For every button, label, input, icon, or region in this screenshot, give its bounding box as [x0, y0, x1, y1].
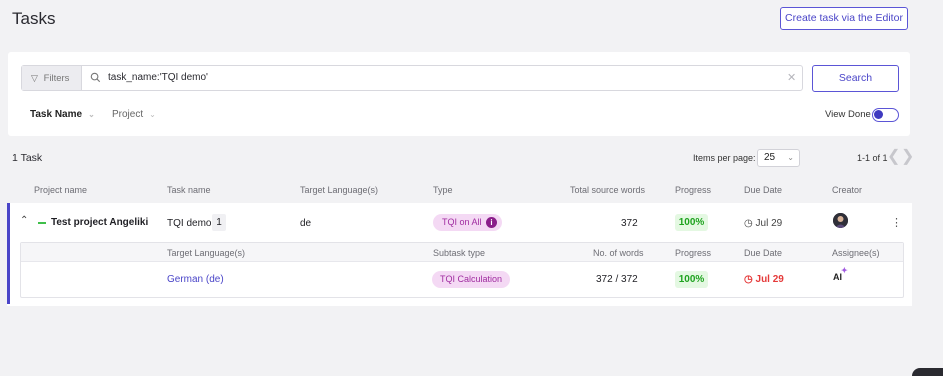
clear-icon[interactable]: ✕	[787, 66, 796, 90]
subtask-count-badge: 1	[212, 214, 226, 231]
chevron-down-icon: ⌄	[149, 110, 156, 119]
toggle-knob	[874, 110, 883, 119]
search-button[interactable]: Search	[812, 65, 899, 92]
subtask-language-link[interactable]: German (de)	[167, 274, 224, 285]
results-count: 1 Task	[12, 152, 43, 164]
assignee-ai-badge[interactable]: AI ✦	[833, 266, 848, 282]
info-icon[interactable]: i	[486, 217, 497, 228]
task-name[interactable]: TQI demo	[167, 218, 211, 229]
subcol-target-language: Target Language(s)	[167, 248, 246, 258]
type-pill: TQI on All i	[433, 214, 502, 231]
page-title: Tasks	[12, 9, 56, 28]
subcol-due-date: Due Date	[744, 248, 783, 258]
filter-panel: ▽ Filters task_name:'TQI demo' ✕ Search …	[8, 52, 910, 136]
sort-project-label: Project	[112, 109, 144, 120]
status-dash-icon	[38, 222, 46, 224]
sort-project[interactable]: Project ⌄	[112, 109, 156, 120]
search-query[interactable]: task_name:'TQI demo'	[108, 66, 208, 90]
col-progress[interactable]: Progress	[675, 185, 711, 195]
next-page-icon[interactable]: ❯	[901, 146, 914, 166]
sort-task-name-label: Task Name	[30, 109, 83, 120]
items-per-page-label: Items per page:	[693, 153, 756, 163]
subcol-subtask-type: Subtask type	[433, 248, 486, 258]
total-words: 372	[621, 218, 638, 229]
sparkle-icon: ✦	[841, 266, 848, 275]
col-total-words[interactable]: Total source words	[570, 185, 645, 195]
col-creator[interactable]: Creator	[832, 185, 862, 195]
search-box[interactable]: ▽ Filters task_name:'TQI demo' ✕	[21, 65, 803, 91]
collapse-chevron-icon[interactable]: ⌃	[20, 215, 28, 226]
items-per-page-value: 25	[764, 152, 776, 163]
row-accent-bar	[7, 203, 10, 304]
subtask-progress-badge: 100%	[675, 271, 708, 288]
col-type[interactable]: Type	[433, 185, 453, 195]
due-date-text: Jul 29	[755, 218, 783, 229]
view-done-toggle[interactable]	[872, 108, 899, 122]
window-corner	[912, 368, 943, 376]
due-date: ◷ Jul 29	[744, 218, 782, 229]
col-due-date[interactable]: Due Date	[744, 185, 782, 195]
avatar-image	[833, 213, 848, 228]
funnel-icon: ▽	[31, 73, 38, 83]
filters-label: Filters	[43, 73, 70, 84]
subcol-progress: Progress	[675, 248, 712, 258]
progress-badge: 100%	[675, 214, 708, 231]
filters-button[interactable]: ▽ Filters	[22, 66, 82, 90]
col-project-name[interactable]: Project name	[34, 185, 87, 195]
subtask-due-date: ◷ Jul 29	[744, 274, 784, 285]
clock-icon: ◷	[744, 274, 753, 285]
page-range: 1-1 of 1	[857, 153, 888, 163]
subcol-assignee: Assignee(s)	[832, 248, 880, 258]
creator-avatar[interactable]	[833, 213, 848, 228]
target-language: de	[300, 218, 312, 229]
sort-task-name[interactable]: Task Name ⌄	[30, 109, 95, 120]
col-target-language[interactable]: Target Language(s)	[300, 185, 378, 195]
col-task-name[interactable]: Task name	[167, 185, 211, 195]
type-label: TQI on All	[442, 217, 482, 227]
subtask-due-date-text: Jul 29	[755, 274, 784, 285]
subtask-words: 372 / 372	[596, 274, 638, 285]
search-icon	[90, 72, 101, 83]
subcol-words: No. of words	[593, 248, 644, 258]
items-per-page-select[interactable]: 25 ⌄	[757, 149, 800, 167]
prev-page-icon[interactable]: ❮	[887, 146, 900, 166]
subtask-type-pill: TQI Calculation	[432, 271, 510, 288]
more-options-icon[interactable]: ⋮	[891, 216, 902, 229]
create-task-editor-button[interactable]: Create task via the Editor	[780, 7, 908, 30]
project-name[interactable]: Test project Angeliki	[51, 217, 148, 228]
chevron-down-icon: ⌄	[787, 153, 794, 162]
view-done-label: View Done	[825, 109, 871, 120]
clock-icon: ◷	[744, 218, 753, 229]
chevron-down-icon: ⌄	[88, 110, 95, 119]
